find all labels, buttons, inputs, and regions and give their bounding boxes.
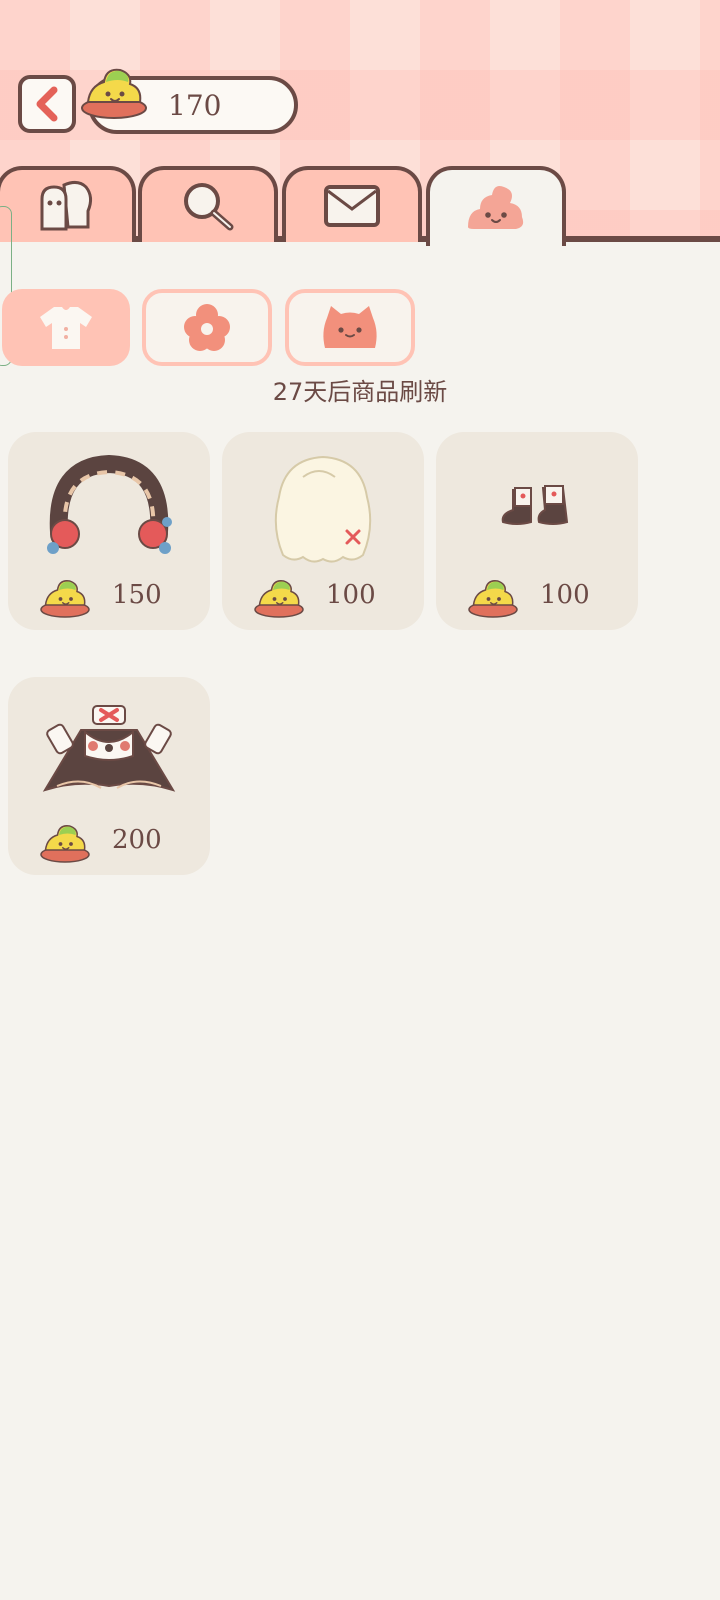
item-price: 200 [112,825,162,855]
back-button[interactable] [18,75,76,133]
headband-icon [47,454,172,554]
maid-outfit-icon [42,705,176,792]
wig-icon [274,455,372,563]
magnifier-icon [184,183,234,231]
category-clothes-button[interactable] [2,289,130,366]
poop-coin-icon [40,580,90,618]
item-price: 100 [326,580,376,610]
shop-item-card[interactable]: 200 [8,677,210,875]
currency-value: 170 [168,89,222,122]
shop-item-card[interactable]: 100 [436,432,638,630]
shirt-icon [40,306,92,349]
item-price: 150 [112,580,162,610]
tab-shop[interactable] [426,166,566,246]
tab-mail[interactable] [282,166,422,242]
shop-item-card[interactable]: 150 [8,432,210,630]
cat-face-icon [323,305,377,348]
tab-friends[interactable] [0,166,136,242]
item-price: 100 [540,580,590,610]
shoes-icon [501,485,569,525]
refresh-notice: 27天后商品刷新 [272,378,448,406]
category-cat-button[interactable] [285,289,415,366]
poop-face-icon [468,186,524,229]
category-flower-button[interactable] [142,289,272,366]
poop-coin-icon [81,68,147,119]
flower-icon [184,303,230,351]
tab-search[interactable] [138,166,278,242]
shop-item-card[interactable]: 100 [222,432,424,630]
poop-coin-icon [254,580,304,618]
friends-icon [40,180,93,231]
poop-coin-icon [468,580,518,618]
poop-coin-icon [40,825,90,863]
envelope-icon [324,185,380,227]
chevron-left-icon [36,86,58,122]
